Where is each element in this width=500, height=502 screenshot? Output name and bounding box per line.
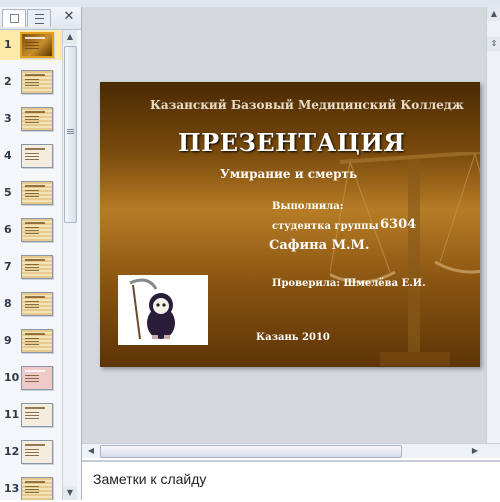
thumbnail-text-lines — [25, 79, 39, 80]
tab-slides[interactable] — [2, 9, 26, 27]
slide-thumbnail-row[interactable]: 7 — [0, 252, 62, 282]
author-label: Выполнила: — [272, 201, 344, 212]
thumbnail-text-lines — [25, 301, 39, 302]
slides-panel: ✕ 1 2 3 4 5 6 7 8 9 10 11 12 13 ▲ ▼ — [0, 7, 82, 500]
slide-subtitle: Умирание и смерть — [220, 167, 358, 181]
thumbnail-title-line — [25, 74, 45, 76]
slide-thumbnail[interactable] — [21, 477, 53, 500]
grim-reaper-image — [118, 275, 208, 345]
slide-thumbnail-row[interactable]: 9 — [0, 326, 62, 356]
slide-thumbnail[interactable] — [21, 70, 53, 94]
slide-thumbnail[interactable] — [21, 181, 53, 205]
thumbnail-title-line — [25, 481, 45, 483]
city-year: Казань 2010 — [256, 332, 330, 343]
tab-outline[interactable] — [27, 9, 51, 27]
editor-scroll-resize-icon[interactable]: ⇕ — [487, 37, 500, 51]
scales-image — [330, 152, 480, 366]
thumbnail-title-line — [25, 111, 45, 113]
thumbnail-title-line — [25, 296, 45, 298]
close-icon[interactable]: ✕ — [62, 10, 76, 24]
slide-number: 12 — [4, 445, 20, 458]
slide-number: 1 — [4, 38, 12, 51]
slide-thumbnail[interactable] — [21, 329, 53, 353]
notes-pane[interactable]: Заметки к слайду — [82, 460, 500, 502]
slide-number: 11 — [4, 408, 20, 421]
thumbnail-title-line — [25, 333, 45, 335]
thumbnail-text-lines — [25, 449, 39, 450]
panel-scroll-thumb[interactable] — [64, 46, 77, 223]
slide-thumbnail[interactable] — [21, 292, 53, 316]
thumbnail-title-line — [25, 148, 45, 150]
slide-number: 8 — [4, 297, 12, 310]
slide-thumbnail-row[interactable]: 13 — [0, 474, 62, 500]
slide-thumbnail-row[interactable]: 10 — [0, 363, 62, 393]
scroll-down-icon[interactable]: ▼ — [63, 486, 77, 500]
slide-title: ПРЕЗЕНТАЦИЯ — [178, 128, 406, 157]
editor-horizontal-scrollbar[interactable]: ◀ ▶ — [82, 443, 500, 458]
slide-number: 9 — [4, 334, 12, 347]
thumbnail-title-line — [25, 37, 45, 39]
thumbnail-title-line — [25, 185, 45, 187]
slide-thumbnail[interactable] — [21, 218, 53, 242]
slide-thumbnail[interactable] — [21, 403, 53, 427]
thumbnail-text-lines — [25, 227, 39, 228]
thumbnail-text-lines — [25, 42, 39, 43]
slide-number: 6 — [4, 223, 12, 236]
slide-number: 2 — [4, 75, 12, 88]
thumbnail-text-lines — [25, 190, 39, 191]
slide-thumbnail-row[interactable]: 2 — [0, 67, 62, 97]
scroll-left-icon[interactable]: ◀ — [84, 444, 98, 458]
thumbnail-title-line — [25, 370, 45, 372]
group-label: студентка группы — [272, 221, 379, 232]
thumbnail-text-lines — [25, 412, 39, 413]
slides-tab-icon — [10, 14, 19, 23]
slide-thumbnail-row[interactable]: 5 — [0, 178, 62, 208]
author-name: Сафина М.М. — [269, 238, 370, 253]
thumbnail-text-lines — [25, 486, 39, 487]
thumbnail-title-line — [25, 444, 45, 446]
horizontal-scroll-thumb[interactable] — [100, 445, 402, 458]
slide-number: 5 — [4, 186, 12, 199]
outline-tab-icon — [35, 14, 44, 24]
thumbnail-title-line — [25, 259, 45, 261]
checked-by: Проверила: Шмелёва Е.И. — [272, 278, 426, 289]
thumbnail-text-lines — [25, 116, 39, 117]
slide-thumbnail[interactable] — [21, 366, 53, 390]
thumbnail-text-lines — [25, 375, 39, 376]
slide-editor: Казанский Базовый Медицинский Колледж ПР… — [82, 7, 500, 443]
slide-number: 7 — [4, 260, 12, 273]
slide-thumbnail-row[interactable]: 3 — [0, 104, 62, 134]
scroll-right-icon[interactable]: ▶ — [468, 444, 482, 458]
slide-canvas[interactable]: Казанский Базовый Медицинский Колледж ПР… — [100, 82, 480, 367]
slide-thumbnail-row[interactable]: 12 — [0, 437, 62, 467]
slide-thumbnail-row[interactable]: 8 — [0, 289, 62, 319]
thumbnail-text-lines — [25, 153, 39, 154]
panel-tabs: ✕ — [0, 7, 81, 30]
thumbnail-text-lines — [25, 338, 39, 339]
scroll-up-icon[interactable]: ▲ — [63, 30, 77, 44]
slide-number: 4 — [4, 149, 12, 162]
slide-thumbnail[interactable] — [20, 32, 54, 58]
slide-thumbnail[interactable] — [21, 144, 53, 168]
slide-thumbnail-row[interactable]: 1 — [0, 30, 62, 60]
college-name: Казанский Базовый Медицинский Колледж — [150, 98, 464, 112]
slide-number: 13 — [4, 482, 20, 495]
editor-vertical-scrollbar[interactable]: ▲ ⇕ — [486, 7, 500, 443]
editor-scroll-up-icon[interactable]: ▲ — [487, 7, 500, 21]
notes-placeholder[interactable]: Заметки к слайду — [93, 471, 206, 487]
slide-thumbnail-row[interactable]: 11 — [0, 400, 62, 430]
slide-number: 10 — [4, 371, 20, 384]
slide-number: 3 — [4, 112, 12, 125]
panel-scrollbar[interactable]: ▲ ▼ — [62, 30, 77, 500]
slide-thumbnail[interactable] — [21, 255, 53, 279]
group-number: 6304 — [380, 217, 417, 232]
slide-thumbnail-list: 1 2 3 4 5 6 7 8 9 10 11 12 13 — [0, 30, 62, 500]
thumbnail-text-lines — [25, 264, 39, 265]
thumbnail-title-line — [25, 222, 45, 224]
slide-thumbnail[interactable] — [21, 107, 53, 131]
slide-thumbnail-row[interactable]: 6 — [0, 215, 62, 245]
thumbnail-title-line — [25, 407, 45, 409]
slide-thumbnail-row[interactable]: 4 — [0, 141, 62, 171]
slide-thumbnail[interactable] — [21, 440, 53, 464]
